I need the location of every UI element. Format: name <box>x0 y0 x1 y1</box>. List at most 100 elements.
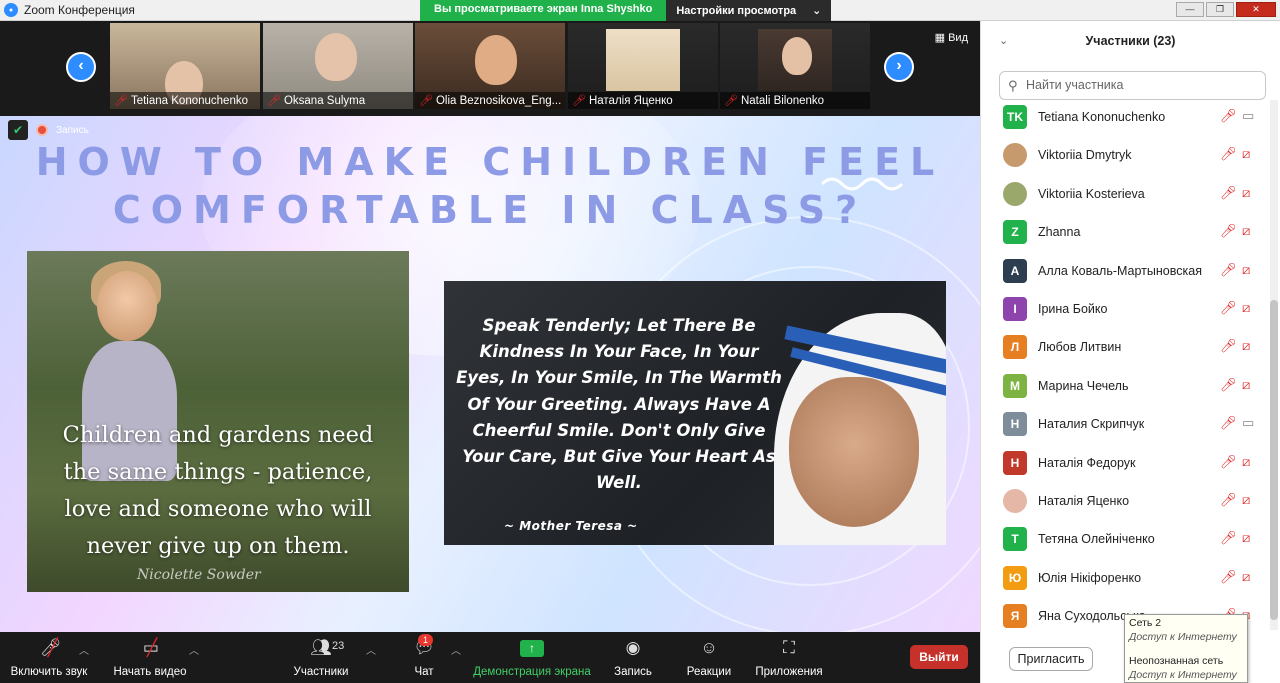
tile-name-bar: 🎤︎ Oksana Sulyma <box>263 92 413 109</box>
participant-row[interactable]: Viktoriia Dmytryk 🎤︎ ⧄ <box>981 136 1271 174</box>
mic-muted-icon[interactable]: 🎤︎ <box>1220 569 1237 585</box>
mic-muted-icon[interactable]: 🎤︎ <box>1220 146 1237 162</box>
shield-icon[interactable]: ✔ <box>8 120 28 140</box>
chevron-down-icon: ⌄ <box>812 5 822 17</box>
next-page-button[interactable]: › <box>884 52 914 82</box>
apps-button[interactable]: ⛶ Приложения <box>752 636 826 678</box>
view-options-button[interactable]: Настройки просмотра ⌄ <box>666 0 832 21</box>
video-off-icon[interactable]: ⧄ <box>1242 185 1250 201</box>
mic-muted-icon[interactable]: 🎤︎ <box>1220 223 1237 239</box>
mic-muted-icon[interactable]: 🎤︎ <box>1220 185 1237 201</box>
recording-indicator: ✔ Запись <box>8 120 89 140</box>
leave-button[interactable]: Выйти <box>910 645 968 669</box>
chat-label: Чат <box>414 666 434 678</box>
tile-name-bar: 🎤︎ Olia Beznosikova_Eng... <box>415 92 565 109</box>
close-button[interactable]: ✕ <box>1236 2 1276 17</box>
unmute-label: Включить звук <box>10 666 88 678</box>
video-tile[interactable]: 🎤︎ Tetiana Kononuchenko <box>110 23 260 109</box>
mic-muted-icon[interactable]: 🎤︎ <box>1220 454 1237 470</box>
mic-muted-icon[interactable]: 🎤︎ <box>1220 377 1237 393</box>
scrollbar-thumb[interactable] <box>1270 300 1278 620</box>
view-button[interactable]: ▦ Вид <box>935 31 968 44</box>
participant-photo <box>606 29 680 91</box>
participants-button[interactable]: 👥︎ 23 Участники <box>290 636 352 678</box>
mic-muted-icon[interactable]: 🎤︎ <box>1220 492 1237 508</box>
video-camera-icon[interactable]: ▭ <box>1242 108 1254 124</box>
video-tile[interactable]: 🎤︎ Наталія Яценко <box>568 23 718 109</box>
participant-row[interactable]: Л Любов Литвин 🎤︎ ⧄ <box>981 328 1271 366</box>
participant-row[interactable]: Z Zhanna 🎤︎ ⧄ <box>981 213 1271 251</box>
participant-row[interactable]: Наталія Яценко 🎤︎ ⧄ <box>981 482 1271 520</box>
share-screen-icon: ↑ <box>472 636 592 660</box>
invite-button[interactable]: Пригласить <box>1009 647 1093 671</box>
mic-muted-icon[interactable]: 🎤︎ <box>1220 415 1237 431</box>
mic-muted-icon[interactable]: 🎤︎ <box>1220 338 1237 354</box>
video-options-caret[interactable]: ︿ <box>189 642 199 657</box>
mic-muted-icon[interactable]: 🎤︎ <box>1220 262 1237 278</box>
participants-options-caret[interactable]: ︿ <box>366 642 376 657</box>
participants-panel: ⌄ Участники (23) ⚲ Найти участника TK Tet… <box>980 21 1280 683</box>
mic-muted-icon[interactable]: 🎤︎ <box>1220 530 1237 546</box>
start-video-button[interactable]: ▭ ╱ Начать видео <box>112 636 188 678</box>
participant-face <box>782 37 812 75</box>
video-off-icon[interactable]: ⧄ <box>1242 530 1250 546</box>
video-off-icon[interactable]: ⧄ <box>1242 338 1250 354</box>
quote-line: Kindness In Your Face, In Your <box>479 342 759 362</box>
mic-muted-icon: 🎤︎ <box>114 95 128 107</box>
audio-options-caret[interactable]: ︿ <box>79 642 89 657</box>
reactions-button[interactable]: ☺ Реакции <box>684 636 734 678</box>
participant-row[interactable]: TK Tetiana Kononuchenko 🎤︎ ▭ <box>981 98 1271 136</box>
quote-author: ~ Mother Teresa ~ <box>504 519 638 533</box>
tile-name: Olia Beznosikova_Eng... <box>435 95 562 107</box>
chat-button[interactable]: 💬︎ 1 Чат <box>404 634 444 678</box>
recording-label: Запись <box>56 124 89 136</box>
mic-muted-icon[interactable]: 🎤︎ <box>1220 300 1237 316</box>
participant-row[interactable]: Н Наталия Скрипчук 🎤︎ ▭ <box>981 405 1271 443</box>
maximize-button[interactable]: ❐ <box>1206 2 1234 17</box>
participants-count: 23 <box>332 640 345 652</box>
participant-name: Zhanna <box>1038 225 1081 240</box>
participant-name: Юлія Нікіфоренко <box>1038 570 1142 585</box>
video-off-icon[interactable]: ⧄ <box>1242 223 1250 239</box>
participant-row[interactable]: I Ірина Бойко 🎤︎ ⧄ <box>981 290 1271 328</box>
participant-list-scrollbar[interactable] <box>1270 100 1278 630</box>
participant-name: Наталія Федорук <box>1038 455 1136 470</box>
caption-line: love and someone who will <box>64 496 372 522</box>
video-tile[interactable]: 🎤︎ Olia Beznosikova_Eng... <box>415 23 565 109</box>
video-off-icon[interactable]: ⧄ <box>1242 454 1250 470</box>
network-status: Доступ к Интернету <box>1129 668 1237 681</box>
participant-row[interactable]: Н Наталія Федорук 🎤︎ ⧄ <box>981 444 1271 482</box>
quote-line: Of Your Greeting. Always Have A <box>467 394 771 414</box>
video-tile[interactable]: 🎤︎ Oksana Sulyma <box>263 23 413 109</box>
video-off-icon[interactable]: ⧄ <box>1242 492 1250 508</box>
mic-muted-icon[interactable]: 🎤︎ <box>1220 108 1237 124</box>
participant-row[interactable]: Ю Юлія Нікіфоренко 🎤︎ ⧄ <box>981 559 1271 597</box>
unmute-button[interactable]: 🎤︎ ╱ Включить звук <box>8 636 90 678</box>
child-figure <box>97 271 157 341</box>
video-tile[interactable]: 🎤︎ Natali Bilonenko <box>720 23 870 109</box>
chat-options-caret[interactable]: ︿ <box>451 642 461 657</box>
quote-line: Speak Tenderly; Let There Be <box>482 316 756 335</box>
video-off-icon[interactable]: ⧄ <box>1242 146 1250 162</box>
participant-row[interactable]: A Алла Коваль-Мартыновская 🎤︎ ⧄ <box>981 252 1271 290</box>
squiggle-decoration <box>820 177 904 191</box>
participant-search-input[interactable]: ⚲ Найти участника <box>999 71 1266 100</box>
participant-row[interactable]: Viktoriia Kosterieva 🎤︎ ⧄ <box>981 175 1271 213</box>
video-off-icon[interactable]: ⧄ <box>1242 377 1250 393</box>
record-label: Запись <box>614 666 652 678</box>
video-camera-icon[interactable]: ▭ <box>1242 415 1254 431</box>
search-icon: ⚲ <box>1008 78 1018 93</box>
tile-name: Oksana Sulyma <box>283 95 366 107</box>
previous-page-button[interactable]: ‹ <box>66 52 96 82</box>
record-button[interactable]: ◉ Запись <box>610 636 656 678</box>
caption-line: the same things - patience, <box>63 459 373 485</box>
share-screen-button[interactable]: ↑ Демонстрация экрана <box>472 636 592 678</box>
participant-initials-avatar: Я <box>1003 604 1027 629</box>
sharing-banner: Вы просматриваете экран Inna Shyshko Нас… <box>420 0 832 21</box>
video-off-icon[interactable]: ⧄ <box>1242 300 1250 316</box>
participant-row[interactable]: M Марина Чечель 🎤︎ ⧄ <box>981 367 1271 405</box>
video-off-icon[interactable]: ⧄ <box>1242 262 1250 278</box>
participant-row[interactable]: Т Тетяна Олейніченко 🎤︎ ⧄ <box>981 520 1271 558</box>
video-off-icon[interactable]: ⧄ <box>1242 569 1250 585</box>
minimize-button[interactable]: — <box>1176 2 1204 17</box>
